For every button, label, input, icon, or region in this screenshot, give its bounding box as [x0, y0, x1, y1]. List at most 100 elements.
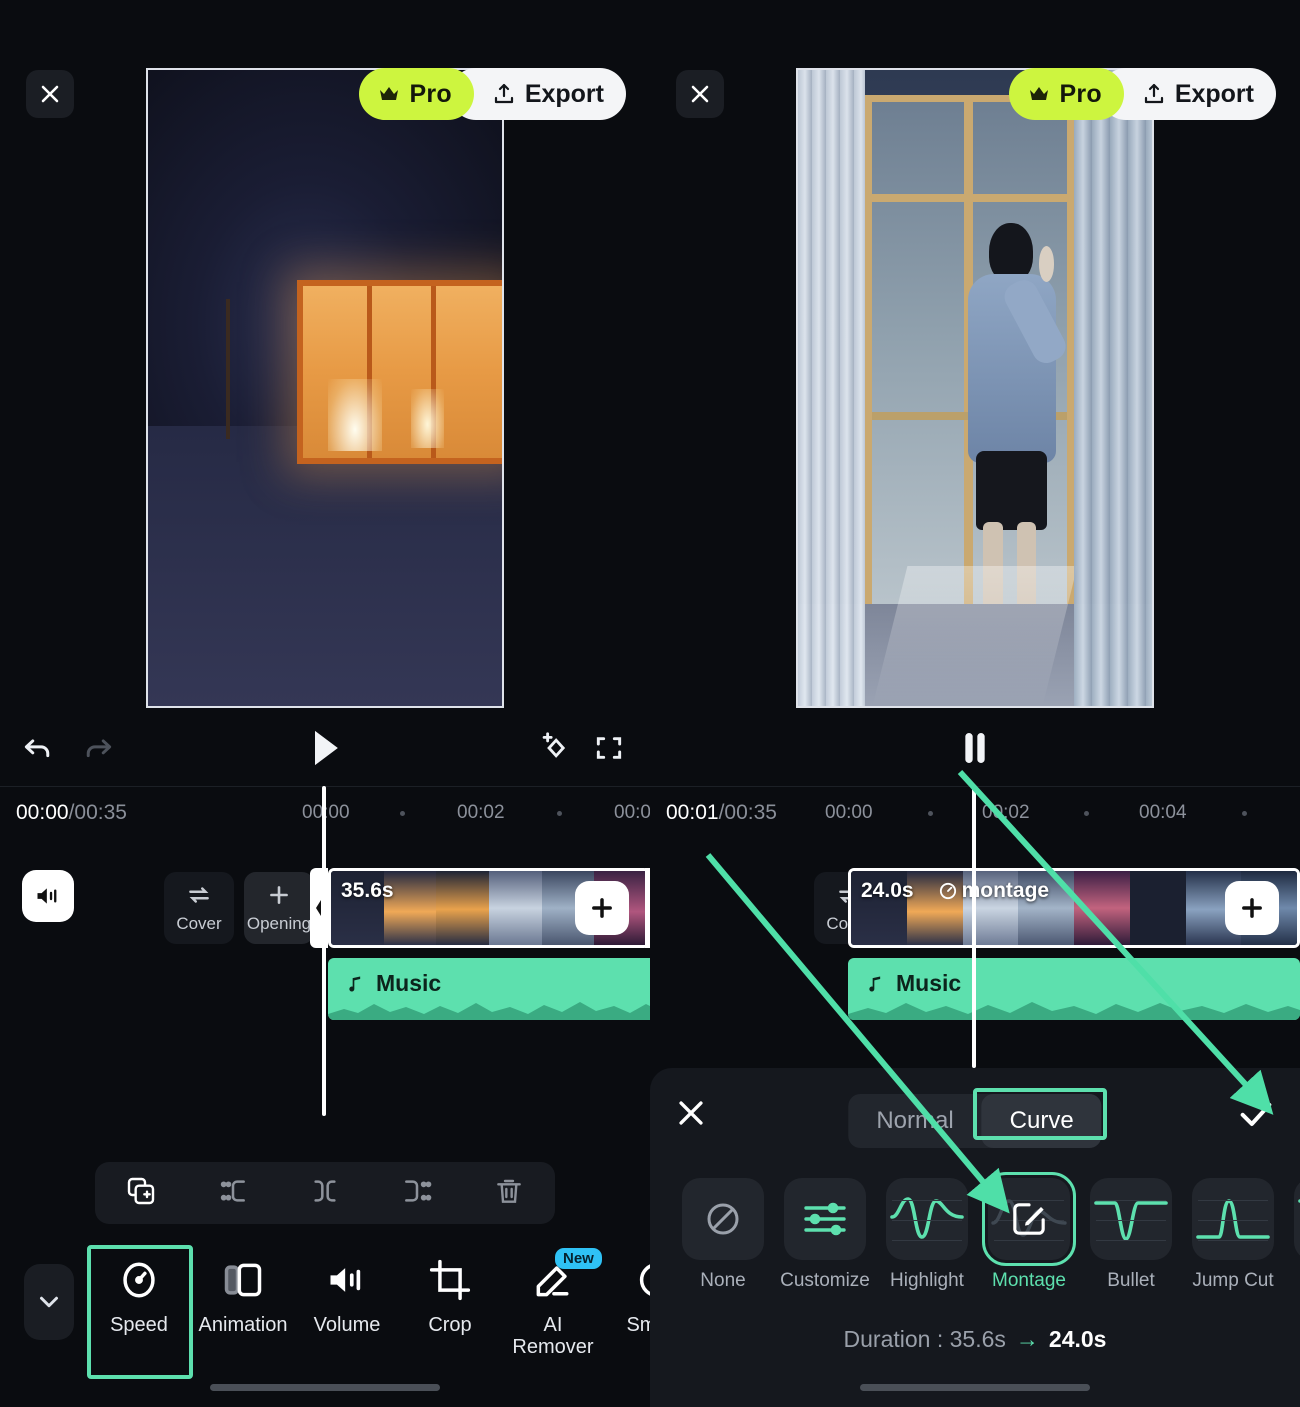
header-actions: Pro Export [359, 68, 626, 120]
screen-root: Pro Export [0, 0, 1300, 1407]
cover-button[interactable]: Cover [164, 872, 234, 944]
smart-cutout-icon [635, 1256, 650, 1304]
tab-curve[interactable]: Curve [982, 1094, 1102, 1148]
curve-highlight-icon [886, 1178, 968, 1260]
preset-jump-cut[interactable]: Jump Cut [1192, 1178, 1274, 1292]
crown-icon [1027, 82, 1051, 106]
home-indicator [860, 1384, 1090, 1391]
tab-normal[interactable]: Normal [848, 1094, 981, 1148]
music-note-icon [346, 973, 366, 995]
clip-duration-right: 24.0s montage [861, 879, 1049, 903]
opening-button[interactable]: Opening [244, 872, 314, 944]
video-preview-left[interactable] [146, 68, 504, 708]
cover-label: Cover [176, 914, 221, 934]
export-button[interactable]: Export [1100, 68, 1276, 120]
add-keyframe-icon[interactable] [537, 731, 571, 765]
curve-bullet-icon [1090, 1178, 1172, 1260]
tool-smart-cutout[interactable]: Sm Cu [606, 1256, 650, 1374]
tool-label: Volume [314, 1314, 381, 1336]
speed-curve-panel: Normal Curve None [650, 1068, 1300, 1407]
split-icon[interactable] [309, 1175, 341, 1212]
volume-icon[interactable] [22, 870, 74, 922]
trim-right-icon[interactable] [401, 1175, 433, 1212]
pro-button[interactable]: Pro [1009, 68, 1124, 120]
preset-customize[interactable]: Customize [784, 1178, 866, 1292]
music-track-right[interactable]: Music [848, 958, 1300, 1020]
preset-flash[interactable]: F [1294, 1178, 1300, 1292]
playback-controls-left [0, 716, 650, 780]
export-label: Export [1175, 80, 1254, 109]
audio-waveform [848, 994, 1300, 1020]
curve-jumpcut-icon [1192, 1178, 1274, 1260]
tool-crop[interactable]: Crop [399, 1256, 501, 1374]
preset-montage[interactable]: Montage [988, 1178, 1070, 1292]
left-pane-before: Pro Export [0, 0, 650, 1407]
tool-ai-remover[interactable]: New AI Remover [502, 1256, 604, 1374]
timeline-tracks-right: Cover Opening [650, 838, 1300, 1068]
tool-label: Animation [199, 1314, 288, 1336]
tool-animation[interactable]: Animation [192, 1256, 294, 1374]
play-icon[interactable] [307, 728, 343, 768]
close-icon[interactable] [676, 70, 724, 118]
upload-icon [1142, 82, 1166, 106]
trim-left-icon[interactable] [217, 1175, 249, 1212]
undo-icon[interactable] [20, 731, 54, 765]
ruler-tick: 00:02 [457, 802, 505, 824]
video-clip-right[interactable]: 24.0s montage [848, 868, 1300, 948]
preset-bullet[interactable]: Bullet [1090, 1178, 1172, 1292]
copy-icon[interactable] [125, 1175, 157, 1212]
preset-highlight[interactable]: Highlight [886, 1178, 968, 1292]
speed-mode-tabs: Normal Curve [848, 1094, 1101, 1148]
preset-label: None [700, 1270, 745, 1292]
timeline-tracks-left: Cover Opening [0, 838, 650, 1068]
tool-label: Crop [428, 1314, 471, 1336]
ruler-dot [928, 811, 933, 816]
curve-flash-icon [1294, 1178, 1300, 1260]
add-clip-button[interactable] [1225, 881, 1279, 935]
music-track-left[interactable]: Music [328, 958, 650, 1020]
ruler-tick: 00:04 [1139, 802, 1187, 824]
music-label-group: Music [346, 970, 441, 997]
close-icon[interactable] [674, 1096, 708, 1135]
speedometer-icon [117, 1256, 161, 1304]
preview-artwork-right [798, 70, 1152, 706]
ruler-dot [1242, 811, 1247, 816]
volume-icon [325, 1256, 369, 1304]
crop-icon [428, 1256, 472, 1304]
chevron-down-icon[interactable] [24, 1264, 74, 1340]
tool-speed[interactable]: Speed [88, 1256, 190, 1374]
close-icon[interactable] [26, 70, 74, 118]
pro-button[interactable]: Pro [359, 68, 474, 120]
ruler-dot [400, 811, 405, 816]
export-button[interactable]: Export [450, 68, 626, 120]
preset-label: Jump Cut [1192, 1270, 1273, 1292]
clip-speed-tag: montage [938, 879, 1050, 903]
pause-icon[interactable] [955, 728, 995, 768]
confirm-check-icon[interactable] [1236, 1094, 1276, 1139]
add-clip-button[interactable] [575, 881, 629, 935]
tool-volume[interactable]: Volume [296, 1256, 398, 1374]
fullscreen-icon[interactable] [593, 732, 625, 764]
duration-arrow-icon: → [1016, 1326, 1039, 1352]
preset-none[interactable]: None [682, 1178, 764, 1292]
tool-label: AI Remover [502, 1314, 604, 1358]
home-indicator [210, 1384, 440, 1391]
redo-icon[interactable] [82, 731, 116, 765]
playhead-right[interactable] [972, 786, 976, 1068]
opening-label: Opening [247, 914, 311, 934]
animation-icon [221, 1256, 265, 1304]
video-clip-left[interactable]: 35.6s [328, 868, 650, 948]
bottom-toolbar: Speed Animation [0, 1240, 650, 1407]
curve-preset-list[interactable]: None Customize [650, 1178, 1300, 1313]
timecode-right: 00:01/00:35 [666, 801, 777, 825]
clip-edit-toolbar [95, 1162, 555, 1224]
duration-old: 35.6s [950, 1326, 1006, 1352]
crown-icon [377, 82, 401, 106]
clip-duration-left: 35.6s [341, 879, 394, 903]
tool-label: Speed [110, 1314, 168, 1336]
playhead-left[interactable] [322, 786, 326, 1116]
delete-icon[interactable] [493, 1175, 525, 1212]
ruler-dot [1084, 811, 1089, 816]
video-preview-right[interactable] [796, 68, 1154, 708]
edit-square-icon [988, 1178, 1070, 1260]
